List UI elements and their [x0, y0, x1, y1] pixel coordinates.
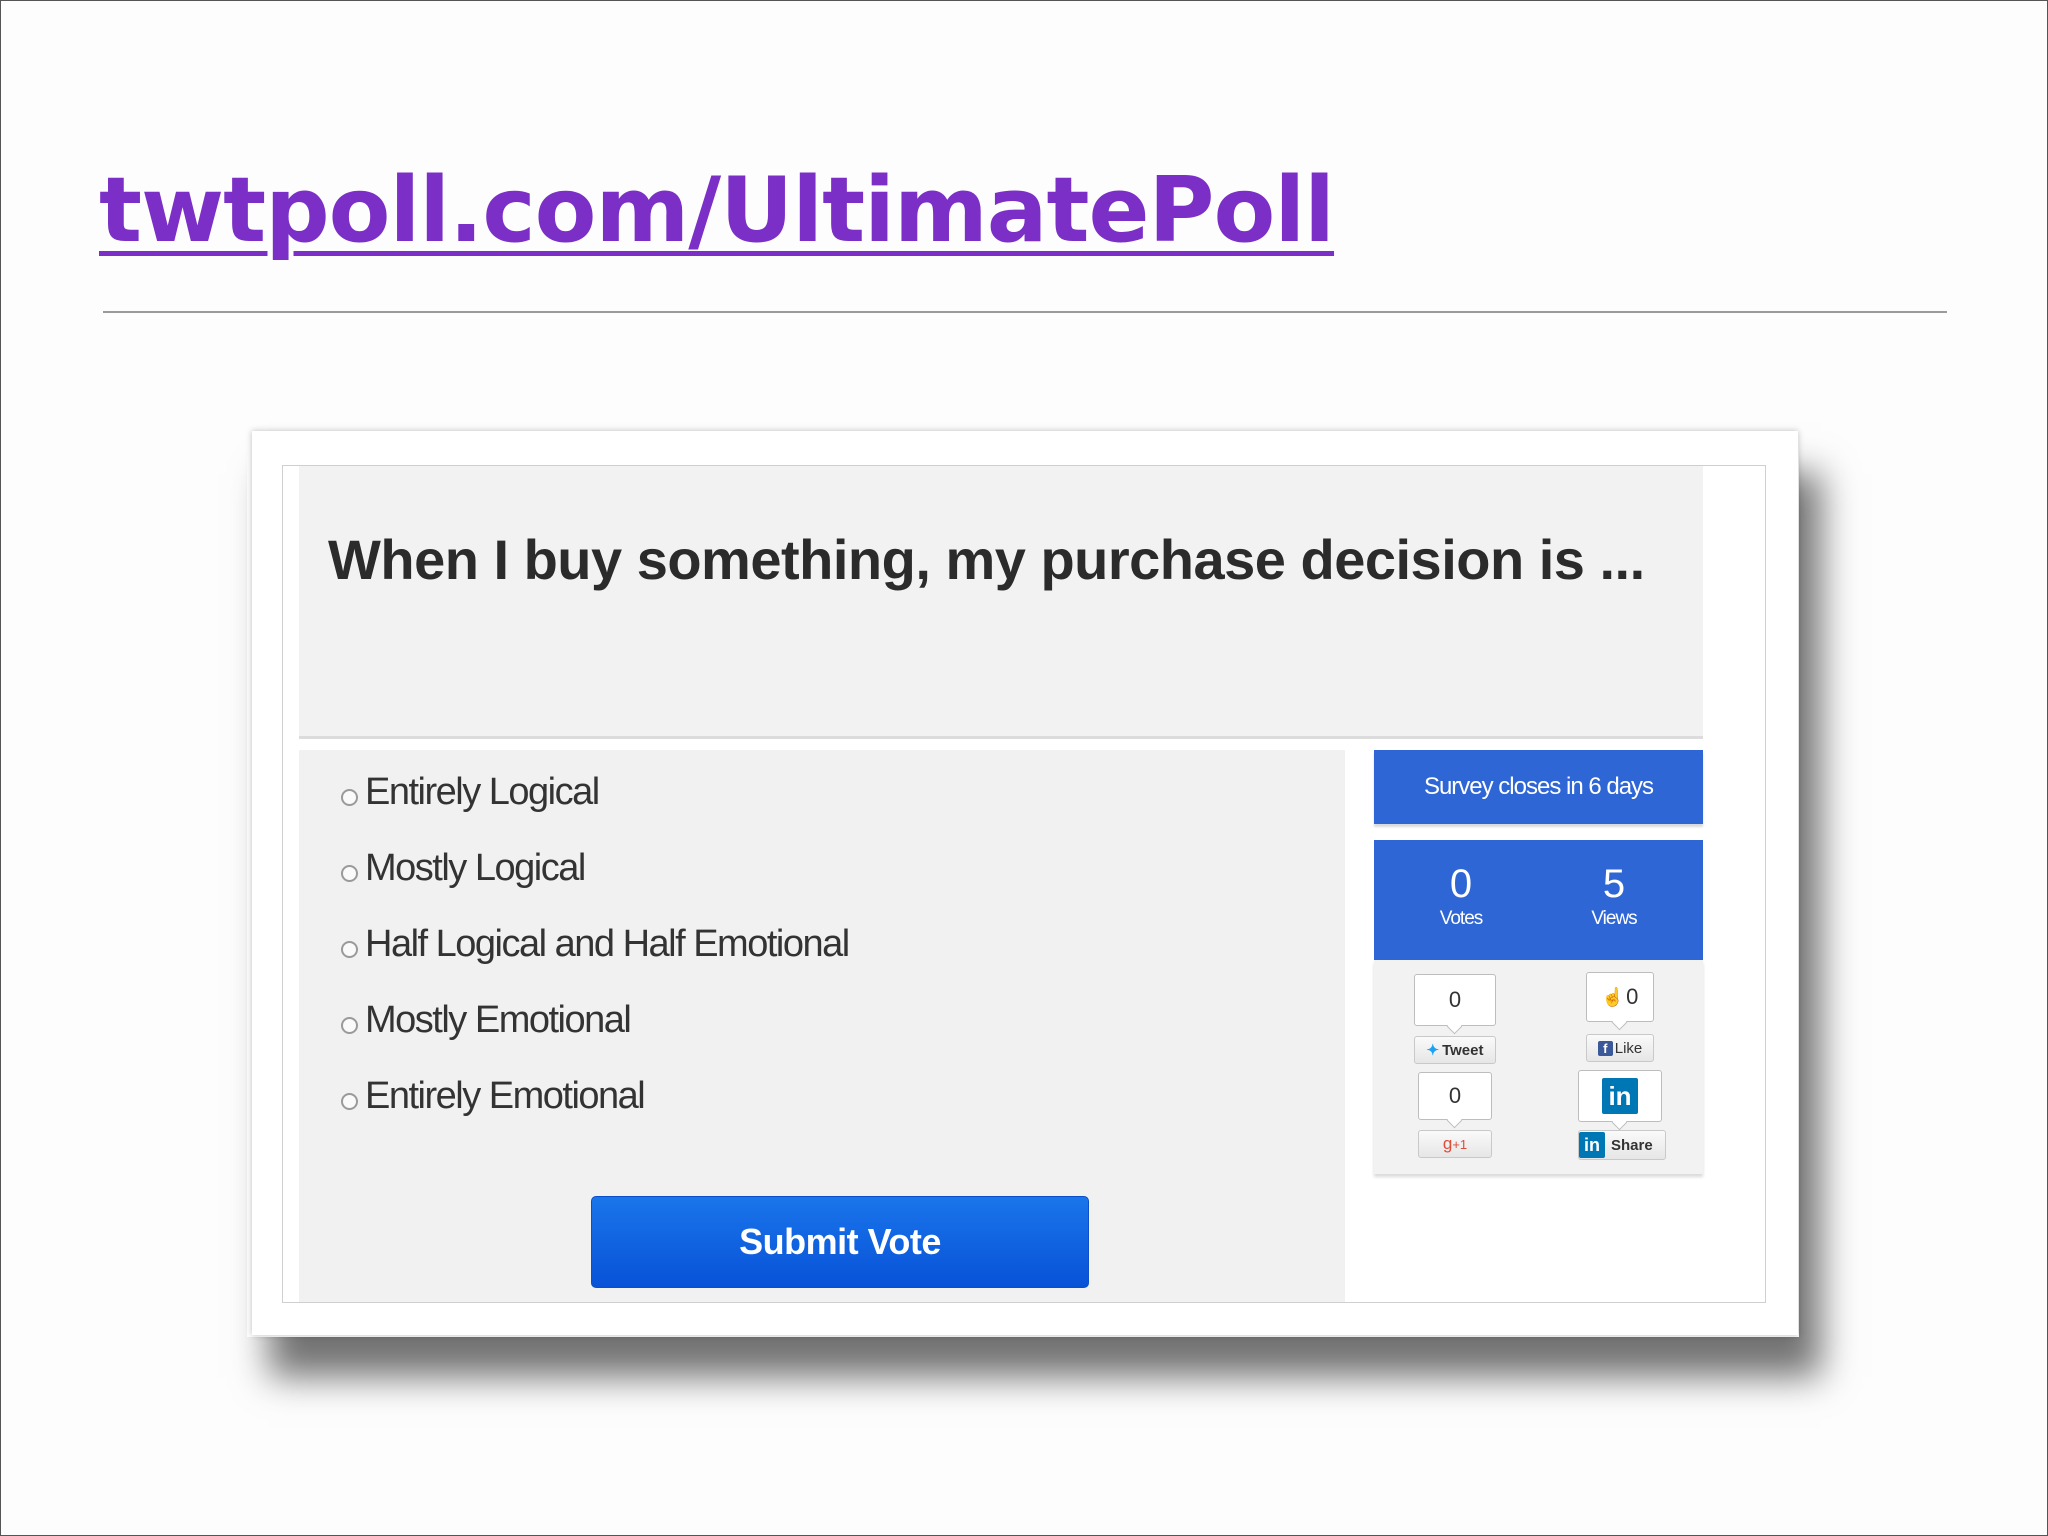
option-half-logical-half-emotional[interactable]: Half Logical and Half Emotional	[341, 914, 850, 974]
linkedin-small-icon: in	[1579, 1132, 1605, 1158]
tweet-label: Tweet	[1442, 1041, 1484, 1059]
twitter-bird-icon: ✦	[1426, 1042, 1440, 1059]
votes-label: Votes	[1439, 908, 1484, 929]
votes-count: 0	[1449, 862, 1473, 906]
poll-screenshot: When I buy something, my purchase decisi…	[252, 431, 1798, 1335]
linkedin-share-button[interactable]: in Share	[1578, 1130, 1666, 1160]
radio-button[interactable]	[341, 864, 358, 882]
slide: twtpoll.com/UltimatePoll When I buy some…	[0, 0, 2048, 1536]
thumbs-up-icon: ☝	[1601, 986, 1625, 1007]
survey-closes-banner: Survey closes in 6 days	[1374, 750, 1703, 824]
option-entirely-logical[interactable]: Entirely Logical	[341, 762, 600, 822]
social-share-panel: 0 ✦ Tweet ☝ 0 f Like 0 g +1 in in Share	[1374, 960, 1703, 1174]
gplus-count: 0	[1418, 1072, 1492, 1120]
tweet-count: 0	[1414, 974, 1496, 1026]
option-label: Entirely Logical	[365, 770, 600, 813]
views-stat: 5 Views	[1554, 862, 1674, 930]
options-panel: Entirely Logical Mostly Logical Half Log…	[299, 750, 1345, 1302]
option-entirely-emotional[interactable]: Entirely Emotional	[341, 1066, 646, 1126]
slide-title-link[interactable]: twtpoll.com/UltimatePoll	[99, 156, 1335, 266]
gplus-button[interactable]: g +1	[1418, 1130, 1492, 1158]
submit-vote-button[interactable]: Submit Vote	[591, 1196, 1089, 1288]
facebook-count-value: 0	[1626, 984, 1639, 1009]
radio-button[interactable]	[341, 1016, 358, 1034]
linkedin-count-box: in	[1578, 1070, 1662, 1122]
option-mostly-logical[interactable]: Mostly Logical	[341, 838, 586, 898]
facebook-like-button[interactable]: f Like	[1586, 1034, 1654, 1062]
radio-button[interactable]	[341, 1092, 358, 1110]
linkedin-icon: in	[1602, 1078, 1638, 1114]
radio-button[interactable]	[341, 940, 358, 958]
share-label: Share	[1611, 1136, 1653, 1154]
title-divider	[103, 311, 1947, 313]
views-count: 5	[1602, 862, 1626, 906]
poll-widget: When I buy something, my purchase decisi…	[282, 465, 1766, 1303]
radio-button[interactable]	[341, 788, 358, 806]
question-header: When I buy something, my purchase decisi…	[299, 466, 1703, 739]
option-mostly-emotional[interactable]: Mostly Emotional	[341, 990, 632, 1050]
poll-question: When I buy something, my purchase decisi…	[328, 528, 1645, 591]
votes-stat: 0 Votes	[1401, 862, 1521, 930]
option-label: Mostly Emotional	[365, 998, 632, 1041]
facebook-like-count: ☝ 0	[1586, 972, 1654, 1022]
facebook-icon: f	[1597, 1040, 1613, 1056]
option-label: Half Logical and Half Emotional	[365, 922, 850, 965]
google-plus-icon: g	[1442, 1134, 1453, 1153]
tweet-button[interactable]: ✦ Tweet	[1414, 1036, 1496, 1064]
like-label: Like	[1614, 1039, 1643, 1057]
gplus-label: +1	[1452, 1136, 1468, 1152]
option-label: Mostly Logical	[365, 846, 586, 889]
option-label: Entirely Emotional	[365, 1074, 646, 1117]
views-label: Views	[1591, 908, 1637, 929]
poll-stats: 0 Votes 5 Views	[1374, 840, 1703, 960]
